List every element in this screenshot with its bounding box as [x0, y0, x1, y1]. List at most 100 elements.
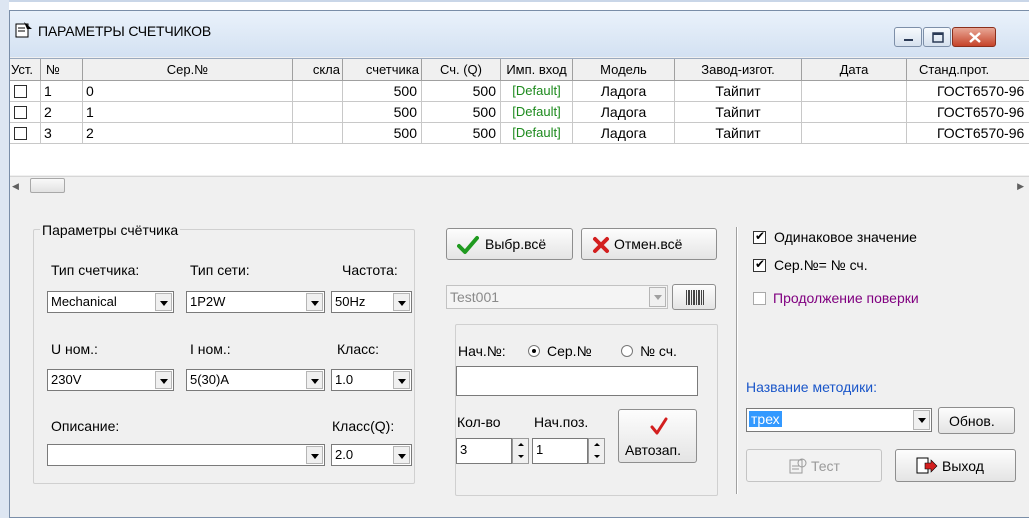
template-combo[interactable]: Test001 [446, 285, 668, 309]
maximize-button[interactable] [923, 27, 951, 47]
cell-date[interactable] [802, 123, 907, 144]
cell-serial[interactable]: 2 [83, 123, 293, 144]
radio-serial-label[interactable]: Сер.№ [547, 343, 592, 359]
cell-constq[interactable]: 500 [422, 123, 501, 144]
scroll-left-icon[interactable]: ◀ [12, 181, 19, 192]
col-header-const[interactable]: счетчика [343, 59, 422, 81]
net-type-combo[interactable]: 1P2W [186, 291, 325, 313]
row-checkbox-cell[interactable] [10, 123, 41, 144]
minimize-button[interactable] [894, 27, 922, 47]
inom-combo[interactable]: 5(30)A [186, 369, 325, 391]
col-header-constq[interactable]: Сч. (Q) [422, 59, 501, 81]
serial-eq-checkbox[interactable] [753, 257, 766, 272]
spin-up-icon[interactable] [513, 440, 528, 450]
classq-combo[interactable]: 2.0 [331, 444, 412, 466]
count-stepper[interactable] [512, 438, 529, 464]
cell-const[interactable]: 500 [343, 123, 422, 144]
scroll-right-icon[interactable]: ▶ [1017, 181, 1024, 192]
same-value-checkbox[interactable] [753, 229, 766, 244]
cell-const[interactable]: 500 [343, 102, 422, 123]
cell-sklad[interactable] [293, 102, 343, 123]
start-pos-input[interactable]: 1 [532, 438, 588, 464]
barcode-icon [686, 290, 704, 305]
cell-date[interactable] [802, 102, 907, 123]
cell-model[interactable]: Ладога [573, 102, 675, 123]
row-checkbox-cell[interactable] [10, 102, 41, 123]
chevron-down-icon[interactable] [306, 371, 323, 389]
chevron-down-icon[interactable] [393, 446, 410, 464]
spin-down-icon[interactable] [589, 452, 604, 462]
cell-date[interactable] [802, 81, 907, 102]
spin-down-icon[interactable] [513, 452, 528, 462]
row-checkbox[interactable] [14, 106, 27, 119]
chevron-down-icon[interactable] [649, 287, 666, 307]
cell-std[interactable]: ГОСТ6570-96 [907, 123, 1029, 144]
col-header-date[interactable]: Дата [802, 59, 907, 81]
radio-meter-no[interactable] [621, 345, 633, 357]
scroll-thumb[interactable] [30, 178, 65, 193]
select-all-button[interactable]: Выбр.всё [446, 228, 573, 260]
autofill-button[interactable]: Автозап. [618, 409, 697, 463]
col-header-model[interactable]: Модель [573, 59, 675, 81]
serial-eq-label[interactable]: Сер.№= № сч. [774, 257, 868, 273]
col-header-serial[interactable]: Сер.№ [83, 59, 293, 81]
exit-button[interactable]: Выход [895, 449, 1016, 482]
chevron-down-icon[interactable] [393, 371, 410, 389]
chevron-down-icon[interactable] [306, 293, 323, 311]
cell-maker[interactable]: Тайпит [675, 123, 802, 144]
cell-maker[interactable]: Тайпит [675, 102, 802, 123]
count-input[interactable]: 3 [456, 438, 512, 464]
chevron-down-icon[interactable] [155, 371, 172, 389]
cell-std[interactable]: ГОСТ6570-96 [907, 81, 1029, 102]
col-header-no[interactable]: № [41, 59, 83, 81]
title-bar[interactable]: ПАРАМЕТРЫ СЧЕТЧИКОВ [10, 11, 1029, 57]
close-button[interactable] [952, 27, 996, 47]
class-combo[interactable]: 1.0 [331, 369, 412, 391]
cell-sklad[interactable] [293, 81, 343, 102]
test-button[interactable]: Тест [746, 449, 882, 482]
horizontal-scrollbar[interactable]: ◀ ▶ [10, 176, 1029, 193]
desc-combo[interactable] [47, 444, 325, 466]
col-header-sklad[interactable]: скла [293, 59, 343, 81]
continue-label[interactable]: Продолжение поверки [773, 290, 919, 306]
same-value-label[interactable]: Одинаковое значение [774, 229, 917, 245]
radio-serial[interactable] [528, 345, 540, 357]
col-header-std[interactable]: Станд.прот. [907, 59, 1029, 81]
spin-up-icon[interactable] [589, 440, 604, 450]
chevron-down-icon[interactable] [155, 293, 172, 311]
cell-const[interactable]: 500 [343, 81, 422, 102]
start-pos-stepper[interactable] [588, 438, 605, 464]
chevron-down-icon[interactable] [306, 446, 323, 464]
cell-imp[interactable]: [Default] [501, 102, 573, 123]
meters-grid[interactable]: Уст. № Сер.№ скла счетчика Сч. (Q) Имп. … [10, 58, 1029, 193]
row-checkbox-cell[interactable] [10, 81, 41, 102]
col-header-set[interactable]: Уст. [10, 59, 41, 81]
cell-model[interactable]: Ладога [573, 81, 675, 102]
row-checkbox[interactable] [14, 127, 27, 140]
cell-imp[interactable]: [Default] [501, 123, 573, 144]
freq-combo[interactable]: 50Hz [331, 291, 412, 313]
start-no-input[interactable] [456, 366, 698, 396]
cell-imp[interactable]: [Default] [501, 81, 573, 102]
cell-serial[interactable]: 0 [83, 81, 293, 102]
meter-type-combo[interactable]: Mechanical [47, 291, 174, 313]
cell-constq[interactable]: 500 [422, 81, 501, 102]
col-header-imp[interactable]: Имп. вход [501, 59, 573, 81]
unom-combo[interactable]: 230V [47, 369, 174, 391]
radio-meter-label[interactable]: № сч. [640, 343, 677, 359]
cell-maker[interactable]: Тайпит [675, 81, 802, 102]
col-header-maker[interactable]: Завод-изгот. [675, 59, 802, 81]
barcode-button[interactable] [672, 284, 716, 310]
method-combo[interactable]: трех [746, 408, 932, 432]
row-checkbox[interactable] [14, 85, 27, 98]
cell-serial[interactable]: 1 [83, 102, 293, 123]
cell-model[interactable]: Ладога [573, 123, 675, 144]
cell-constq[interactable]: 500 [422, 102, 501, 123]
continue-checkbox[interactable] [753, 292, 766, 305]
cell-sklad[interactable] [293, 123, 343, 144]
cell-std[interactable]: ГОСТ6570-96 [907, 102, 1029, 123]
cancel-all-button[interactable]: Отмен.всё [581, 228, 717, 260]
chevron-down-icon[interactable] [393, 293, 410, 311]
refresh-button[interactable]: Обнов. [938, 407, 1015, 434]
chevron-down-icon[interactable] [913, 410, 930, 430]
